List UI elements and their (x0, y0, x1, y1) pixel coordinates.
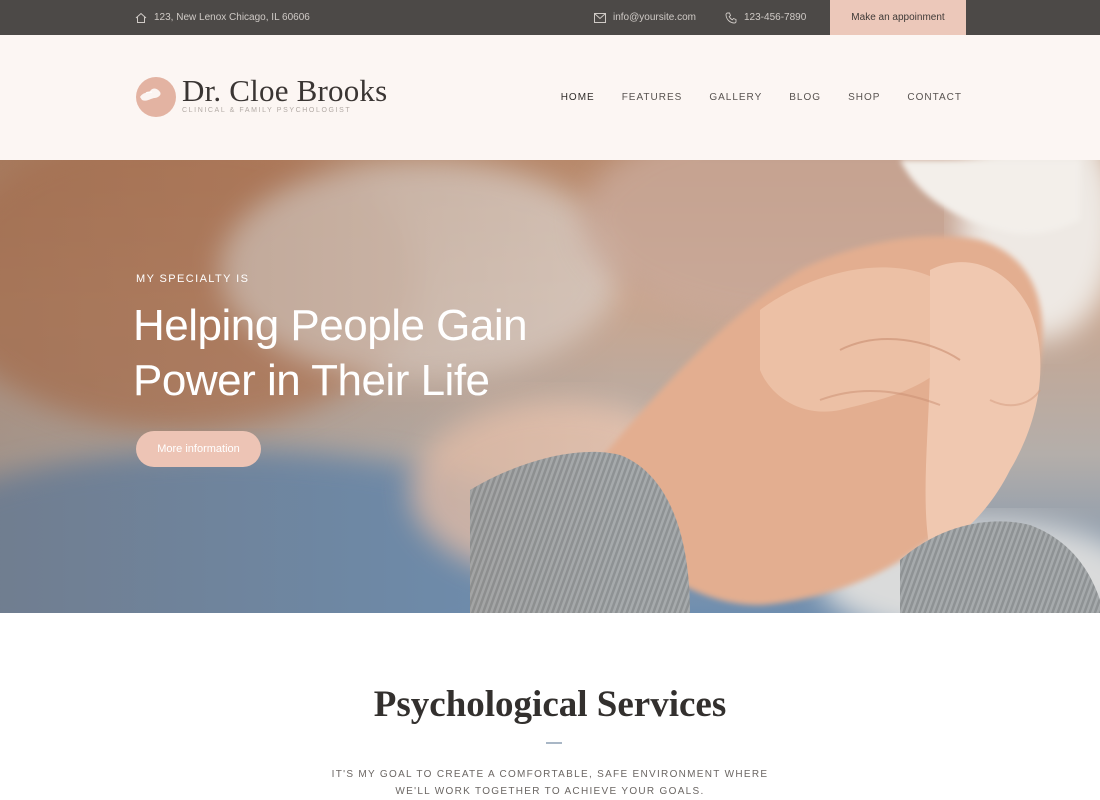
address-text: 123, New Lenox Chicago, IL 60606 (154, 12, 310, 23)
services-title: Psychological Services (373, 684, 727, 725)
hero-title-line-2: Power in Their Life (133, 356, 490, 405)
services-desc-line-2: WE'LL WORK TOGETHER TO ACHIEVE YOUR GOAL… (395, 786, 705, 797)
hero-title: Helping People Gain Power in Their Life (133, 298, 653, 408)
services-description: IT'S MY GOAL TO CREATE A COMFORTABLE, SA… (0, 766, 1100, 800)
phone-info[interactable]: 123-456-7890 (725, 0, 806, 35)
hero-banner: MY SPECIALTY IS Helping People Gain Powe… (0, 160, 1100, 613)
top-bar: 123, New Lenox Chicago, IL 60606 info@yo… (0, 0, 1100, 35)
phone-icon (725, 12, 737, 24)
nav-item-blog[interactable]: BLOG (789, 92, 821, 103)
home-icon (135, 12, 147, 24)
nav-item-shop[interactable]: SHOP (848, 92, 880, 103)
address-info: 123, New Lenox Chicago, IL 60606 (135, 0, 310, 35)
nav-item-features[interactable]: FEATURES (622, 92, 683, 103)
site-title[interactable]: Dr. Cloe Brooks (182, 73, 387, 109)
hero-kicker: MY SPECIALTY IS (136, 273, 250, 285)
email-info[interactable]: info@yoursite.com (594, 0, 696, 35)
site-header: Dr. Cloe Brooks CLINICAL & FAMILY PSYCHO… (0, 35, 1100, 160)
hero-title-line-1: Helping People Gain (133, 301, 528, 350)
main-nav: HOME FEATURES GALLERY BLOG SHOP CONTACT (561, 92, 962, 103)
phone-link[interactable]: 123-456-7890 (744, 12, 806, 23)
nav-item-gallery[interactable]: GALLERY (709, 92, 762, 103)
site-tagline: CLINICAL & FAMILY PSYCHOLOGIST (182, 107, 352, 114)
logo-icon[interactable] (136, 77, 176, 117)
nav-item-contact[interactable]: CONTACT (907, 92, 962, 103)
section-divider (546, 742, 562, 744)
mail-icon (594, 12, 606, 23)
nav-item-home[interactable]: HOME (561, 92, 595, 103)
more-information-button[interactable]: More information (136, 431, 261, 467)
make-appointment-button[interactable]: Make an appoinment (830, 0, 966, 35)
email-link[interactable]: info@yoursite.com (613, 12, 696, 23)
services-desc-line-1: IT'S MY GOAL TO CREATE A COMFORTABLE, SA… (331, 769, 769, 780)
